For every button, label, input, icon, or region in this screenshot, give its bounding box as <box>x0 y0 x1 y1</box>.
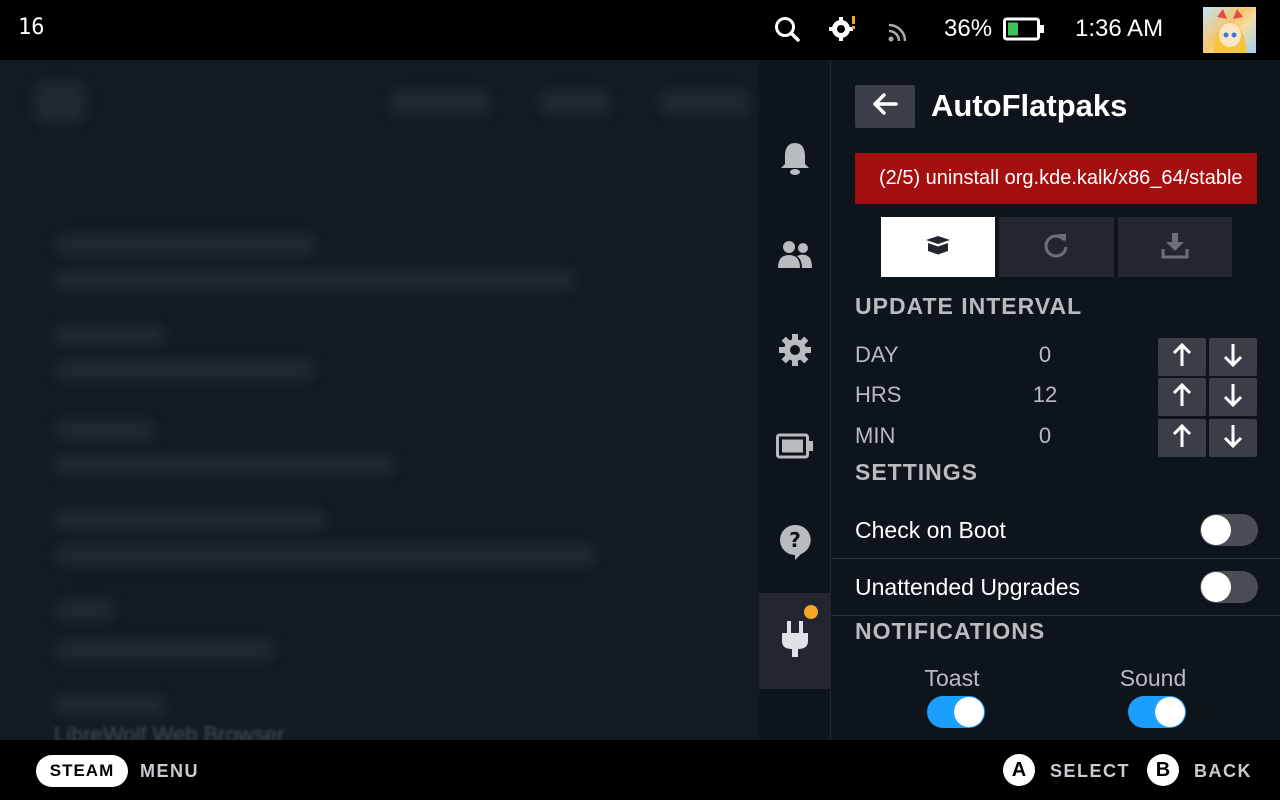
toast-label: Toast <box>924 665 980 691</box>
setting-label: Unattended Upgrades <box>855 574 1081 600</box>
cast-icon[interactable] <box>882 12 916 46</box>
rail-item-performance[interactable] <box>759 400 830 496</box>
rail-item-help[interactable]: ? <box>759 496 830 592</box>
svg-text:?: ? <box>789 528 801 552</box>
toast-toggle[interactable] <box>927 696 985 728</box>
search-icon[interactable] <box>770 12 804 46</box>
help-icon: ? <box>778 523 812 566</box>
settings-heading: SETTINGS <box>855 459 979 485</box>
plugin-panel: AutoFlatpaks (2/5) uninstall org.kde.kal… <box>831 60 1280 740</box>
arrow-up-icon <box>1172 423 1192 453</box>
tab-packages[interactable] <box>881 217 996 277</box>
interval-value: 12 <box>1032 382 1058 407</box>
setting-unattended-upgrades[interactable]: Unattended Upgrades <box>831 560 1280 616</box>
tab-check-updates[interactable] <box>999 217 1114 277</box>
clock: 1:36 AM <box>1075 15 1164 42</box>
toggle-knob <box>1201 572 1231 602</box>
interval-value: 0 <box>1038 342 1052 367</box>
arrow-down-icon <box>1223 383 1243 412</box>
b-button-glyph: B <box>1147 754 1179 786</box>
toggle-knob <box>954 697 984 727</box>
battery-icon <box>775 433 814 464</box>
notification-dot <box>804 605 818 619</box>
sound-toggle[interactable] <box>1128 696 1186 728</box>
arrow-down-icon <box>1223 424 1243 453</box>
rail-item-notifications[interactable] <box>759 112 830 208</box>
plug-icon <box>780 619 810 664</box>
interval-row-day: DAY 0 <box>855 338 1257 376</box>
download-icon <box>1161 231 1189 264</box>
top-status-bar: 16 36% 1:36 AM <box>0 0 1280 60</box>
interval-label: HRS <box>855 382 902 407</box>
day-decrement-button[interactable] <box>1209 338 1257 376</box>
interval-row-min: MIN 0 <box>855 419 1257 457</box>
interval-row-hrs: HRS 12 <box>855 378 1257 416</box>
back-button[interactable] <box>855 85 915 128</box>
battery-icon[interactable] <box>1002 12 1046 46</box>
interval-label: MIN <box>855 423 896 448</box>
settings-alert-icon[interactable] <box>825 12 859 46</box>
a-button-glyph: A <box>1003 754 1035 786</box>
menu-hint: MENU <box>140 761 199 781</box>
unattended-upgrades-toggle[interactable] <box>1200 571 1258 603</box>
refresh-icon <box>1042 231 1070 264</box>
interval-label: DAY <box>855 342 899 367</box>
toggle-knob <box>1155 697 1185 727</box>
gear-icon <box>778 333 812 372</box>
rail-item-friends[interactable] <box>759 208 830 304</box>
sound-label: Sound <box>1119 665 1187 691</box>
bell-icon <box>778 140 812 181</box>
friends-icon <box>777 238 813 275</box>
bottom-hint-bar: STEAM MENU A SELECT B BACK <box>0 740 1280 800</box>
check-on-boot-toggle[interactable] <box>1200 514 1258 546</box>
hrs-decrement-button[interactable] <box>1209 378 1257 416</box>
setting-label: Check on Boot <box>855 517 1006 543</box>
arrow-left-icon <box>872 93 898 120</box>
steam-button[interactable]: STEAM <box>36 755 128 787</box>
notifications-heading: NOTIFICATIONS <box>855 618 1046 644</box>
blurred-library-background: LibreWolf Web Browser <box>0 60 760 740</box>
tab-bar <box>881 217 1232 277</box>
arrow-down-icon <box>1223 343 1243 372</box>
fps-counter: 16 <box>18 15 45 40</box>
status-banner: (2/5) uninstall org.kde.kalk/x86_64/stab… <box>855 153 1257 204</box>
day-increment-button[interactable] <box>1158 338 1206 376</box>
interval-value: 0 <box>1038 423 1052 448</box>
min-decrement-button[interactable] <box>1209 419 1257 457</box>
arrow-up-icon <box>1172 342 1192 372</box>
min-increment-button[interactable] <box>1158 419 1206 457</box>
toggle-knob <box>1201 515 1231 545</box>
setting-check-on-boot[interactable]: Check on Boot <box>831 503 1280 559</box>
update-interval-heading: UPDATE INTERVAL <box>855 293 1083 319</box>
arrow-up-icon <box>1172 382 1192 412</box>
tab-update-all[interactable] <box>1117 217 1232 277</box>
avatar[interactable] <box>1203 7 1256 53</box>
rail-item-settings[interactable] <box>759 304 830 400</box>
select-hint: SELECT <box>1050 761 1131 781</box>
page-title: AutoFlatpaks <box>931 88 1128 123</box>
faded-app-title: LibreWolf Web Browser <box>54 722 285 740</box>
quick-access-rail: ? <box>759 60 831 740</box>
battery-percent: 36% <box>944 15 993 42</box>
box-icon <box>925 235 951 260</box>
hrs-increment-button[interactable] <box>1158 378 1206 416</box>
back-hint: BACK <box>1194 761 1252 781</box>
rail-item-plugins[interactable] <box>759 593 830 689</box>
